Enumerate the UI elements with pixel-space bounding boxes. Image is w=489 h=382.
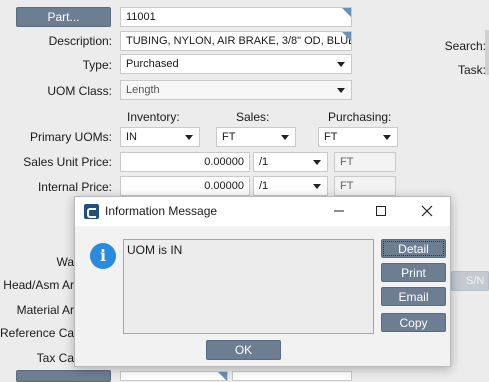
sales-unit-price-field[interactable]: 0.00000 [120,152,250,172]
purchasing-uom-select[interactable]: FT [318,127,398,147]
internal-per-value: /1 [259,180,269,192]
ok-button[interactable]: OK [206,340,281,360]
sales-uom-value: FT [222,131,236,143]
chevron-down-icon [185,135,193,140]
inventory-uom-value: IN [126,131,137,143]
bottom-field-partial-2[interactable] [232,371,352,381]
message-text: UOM is IN [127,243,183,257]
type-select[interactable]: Purchased [120,54,352,74]
part-value: 11001 [126,11,156,23]
epicor-logo-icon [84,204,99,219]
purchasing-uom-value: FT [324,131,338,143]
sales-unit-price-label: Sales Unit Price: [23,155,112,169]
close-icon[interactable] [417,201,437,221]
dialog-title: Information Message [105,204,218,218]
head-asm-label-partial: Head/Asm Ar [3,278,74,292]
email-button[interactable]: Email [381,287,446,306]
purchasing-column-header: Purchasing: [328,110,392,124]
chevron-down-icon [313,184,321,189]
uom-class-value: Length [126,84,160,96]
search-corner-icon [342,8,351,17]
sn-button-partial[interactable]: S/N F [451,271,489,291]
detail-button[interactable]: Detail [381,239,446,258]
task-label: Task: [457,63,486,77]
internal-price-label: Internal Price: [37,180,112,194]
bottom-field-partial[interactable] [120,371,228,381]
sales-column-header: Sales: [236,110,270,124]
search-label: Search: [444,39,486,53]
warehouse-label-partial: Wa [56,255,74,269]
search-corner-icon [218,372,227,380]
sales-uom-select[interactable]: FT [216,127,296,147]
sales-per-value: /1 [259,156,269,168]
message-text-area[interactable]: UOM is IN [123,239,374,334]
description-field[interactable]: TUBING, NYLON, AIR BRAKE, 3/8" OD, BLUE [120,31,352,51]
info-icon: i [90,243,116,269]
uom-class-label: UOM Class: [47,84,112,98]
dialog-title-bar: Information Message [75,197,450,226]
description-label: Description: [48,34,112,48]
search-corner-icon [342,32,351,41]
internal-per-select[interactable]: /1 [253,176,328,196]
description-value: TUBING, NYLON, AIR BRAKE, 3/8" OD, BLUE [126,35,352,47]
information-dialog: Information Message i UOM is IN Detail P… [74,196,451,367]
maximize-icon[interactable] [371,201,391,221]
type-label: Type: [82,58,112,72]
primary-uoms-label: Primary UOMs: [30,130,112,144]
reference-label-partial: Reference Ca [0,326,74,340]
print-button[interactable]: Print [381,263,446,282]
right-edge-bar [485,30,489,75]
part-button[interactable]: Part... [16,7,111,27]
chevron-down-icon [337,62,345,67]
chevron-down-icon [383,135,391,140]
chevron-down-icon [313,160,321,165]
internal-price-field[interactable]: 0.00000 [120,176,250,196]
tax-label-partial: Tax Ca [36,351,74,365]
inventory-column-header: Inventory: [127,110,180,124]
material-label-partial: Material Ar [16,303,74,317]
bottom-button-partial[interactable] [16,370,111,382]
copy-button[interactable]: Copy [381,313,446,332]
chevron-down-icon [337,88,345,93]
sales-per-select[interactable]: /1 [253,152,328,172]
inventory-uom-select[interactable]: IN [120,127,200,147]
sales-price-uom-field: FT [334,152,396,172]
minimize-icon[interactable] [329,201,349,221]
type-value: Purchased [126,58,179,70]
part-field[interactable]: 11001 [120,7,352,27]
internal-price-uom-field: FT [334,176,396,196]
chevron-down-icon [281,135,289,140]
uom-class-select[interactable]: Length [120,80,352,100]
